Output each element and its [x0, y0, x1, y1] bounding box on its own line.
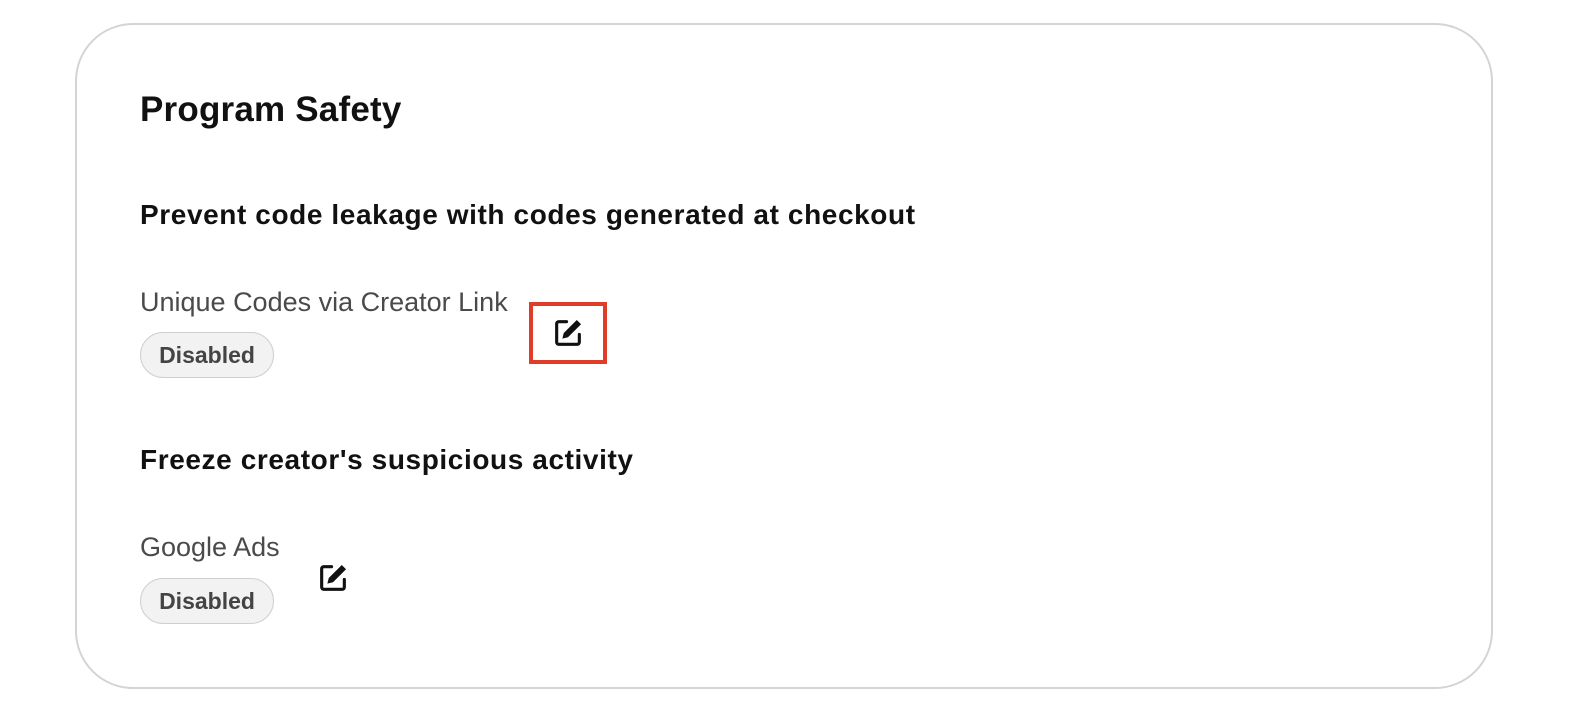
- status-badge-google-ads: Disabled: [140, 578, 274, 624]
- card-title: Program Safety: [140, 90, 402, 129]
- status-badge-unique-codes: Disabled: [140, 332, 274, 378]
- edit-unique-codes-button[interactable]: [529, 302, 607, 364]
- section-heading-suspicious-activity: Freeze creator's suspicious activity: [140, 444, 634, 475]
- setting-label-google-ads: Google Ads: [140, 532, 280, 562]
- edit-google-ads-button[interactable]: [310, 556, 356, 600]
- edit-icon: [316, 561, 350, 595]
- section-heading-code-leakage: Prevent code leakage with codes generate…: [140, 199, 916, 230]
- setting-label-unique-codes: Unique Codes via Creator Link: [140, 287, 508, 317]
- edit-icon: [551, 316, 585, 350]
